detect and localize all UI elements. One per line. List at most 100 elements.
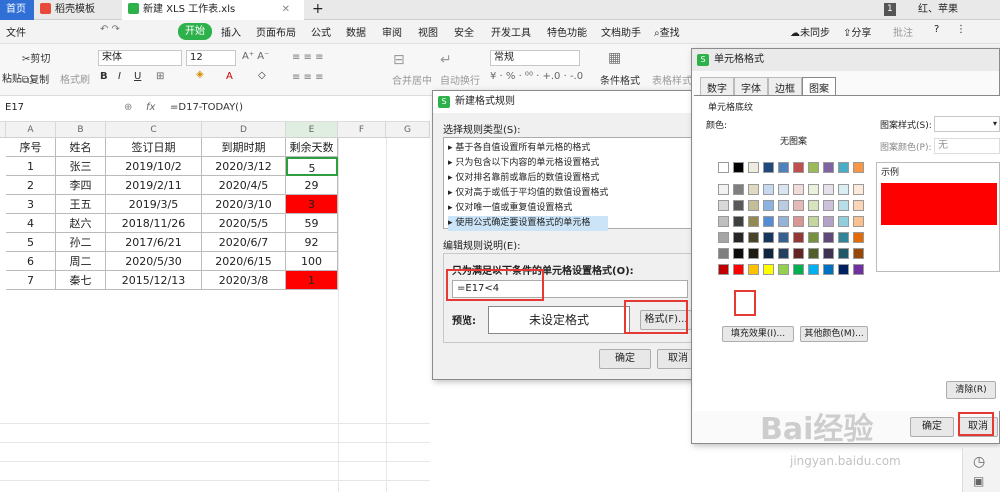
color-swatch[interactable]: [808, 248, 819, 259]
border-icon[interactable]: ⊞: [156, 71, 164, 82]
table-cell[interactable]: 张三: [56, 157, 106, 176]
color-swatch[interactable]: [763, 184, 774, 195]
table-cell[interactable]: 92: [286, 233, 338, 252]
color-swatch[interactable]: [823, 184, 834, 195]
col-header-f[interactable]: F: [338, 122, 386, 138]
color-swatch[interactable]: [763, 216, 774, 227]
color-swatch[interactable]: [718, 216, 729, 227]
col-header-e[interactable]: E: [286, 122, 338, 138]
color-swatch[interactable]: [748, 248, 759, 259]
color-swatch[interactable]: [718, 232, 729, 243]
color-swatch[interactable]: [733, 248, 744, 259]
rule-type-item[interactable]: ▸ 只为包含以下内容的单元格设置格式: [448, 156, 608, 171]
color-swatch[interactable]: [763, 248, 774, 259]
col-header-c[interactable]: C: [106, 122, 202, 138]
header-cell[interactable]: 到期时期: [202, 138, 286, 157]
color-swatch[interactable]: [718, 248, 729, 259]
table-cell[interactable]: 29: [286, 176, 338, 195]
table-cell[interactable]: 2019/3/5: [106, 195, 202, 214]
align-icons-2[interactable]: ≡ ≡ ≡: [292, 72, 324, 83]
header-cell[interactable]: 序号: [6, 138, 56, 157]
color-swatch[interactable]: [733, 264, 744, 275]
color-swatch[interactable]: [853, 232, 864, 243]
table-cell[interactable]: 5: [6, 233, 56, 252]
color-swatch[interactable]: [778, 216, 789, 227]
table-cell[interactable]: 2019/2/11: [106, 176, 202, 195]
table-cell[interactable]: 2020/5/30: [106, 252, 202, 271]
table-cell[interactable]: 2020/3/12: [202, 157, 286, 176]
color-swatch[interactable]: [778, 248, 789, 259]
color-swatch[interactable]: [823, 248, 834, 259]
bold-button[interactable]: B: [100, 71, 108, 82]
table-cell[interactable]: 100: [286, 252, 338, 271]
align-icons[interactable]: ≡ ≡ ≡: [292, 52, 324, 63]
color-swatch[interactable]: [808, 264, 819, 275]
table-cell[interactable]: 7: [6, 271, 56, 290]
header-cell[interactable]: 剩余天数: [286, 138, 338, 157]
color-swatch[interactable]: [853, 216, 864, 227]
table-cell[interactable]: 2020/3/10: [202, 195, 286, 214]
number-format-select[interactable]: 常规: [490, 50, 580, 66]
annotate-button[interactable]: 批注: [893, 24, 913, 39]
color-swatch[interactable]: [718, 264, 729, 275]
selected-cell[interactable]: 5: [286, 157, 338, 176]
menu-page-layout[interactable]: 页面布局: [256, 24, 296, 39]
color-swatch[interactable]: [838, 162, 849, 173]
color-swatch[interactable]: [763, 232, 774, 243]
font-color-icon[interactable]: A: [226, 71, 233, 82]
color-swatch[interactable]: [733, 216, 744, 227]
no-color-option[interactable]: 无图案: [780, 134, 807, 147]
color-swatch[interactable]: [763, 264, 774, 275]
close-icon[interactable]: ✕: [282, 0, 290, 20]
color-swatch[interactable]: [853, 200, 864, 211]
more-colors-button[interactable]: 其他颜色(M)...: [800, 326, 868, 342]
menu-features[interactable]: 特色功能: [547, 24, 587, 39]
ok-button[interactable]: 确定: [599, 349, 651, 369]
color-swatch[interactable]: [733, 184, 744, 195]
clear-button[interactable]: 清除(R): [946, 381, 996, 399]
menu-formula[interactable]: 公式: [311, 24, 331, 39]
color-swatch[interactable]: [808, 184, 819, 195]
color-swatch[interactable]: [823, 162, 834, 173]
menu-developer[interactable]: 开发工具: [491, 24, 531, 39]
menu-review[interactable]: 审阅: [382, 24, 402, 39]
table-cell[interactable]: 6: [6, 252, 56, 271]
format-painter-button[interactable]: 格式刷: [60, 71, 90, 86]
formula-input[interactable]: =D17-TODAY(): [170, 102, 243, 113]
color-swatch[interactable]: [808, 216, 819, 227]
color-swatch[interactable]: [853, 184, 864, 195]
color-swatch[interactable]: [793, 162, 804, 173]
copy-button[interactable]: ⧉复制: [22, 71, 49, 86]
color-swatch[interactable]: [763, 162, 774, 173]
table-cell[interactable]: 1: [6, 157, 56, 176]
table-cell[interactable]: 2: [6, 176, 56, 195]
user-name[interactable]: 红、苹果: [912, 0, 964, 20]
pattern-color-select[interactable]: 无: [934, 138, 1000, 154]
color-swatch[interactable]: [778, 264, 789, 275]
table-cell[interactable]: 秦七: [56, 271, 106, 290]
color-swatch[interactable]: [748, 264, 759, 275]
color-swatch[interactable]: [853, 264, 864, 275]
col-header-a[interactable]: A: [6, 122, 56, 138]
rule-type-item[interactable]: ▸ 仅对排名靠前或靠后的数值设置格式: [448, 171, 608, 186]
highlighted-cell[interactable]: 1: [286, 271, 338, 290]
wrap-button[interactable]: 自动换行: [440, 72, 480, 87]
col-header-d[interactable]: D: [202, 122, 286, 138]
color-swatch[interactable]: [763, 200, 774, 211]
col-header-g[interactable]: G: [386, 122, 430, 138]
help-icon[interactable]: ?: [934, 24, 939, 35]
table-cell[interactable]: 2020/6/15: [202, 252, 286, 271]
paste-button[interactable]: 粘贴: [2, 70, 22, 85]
col-header-b[interactable]: B: [56, 122, 106, 138]
rule-type-item[interactable]: ▸ 仅对唯一值或重复值设置格式: [448, 201, 608, 216]
table-cell[interactable]: 59: [286, 214, 338, 233]
color-swatch[interactable]: [853, 248, 864, 259]
color-swatch[interactable]: [733, 200, 744, 211]
table-style-button[interactable]: 表格样式: [652, 72, 692, 87]
zoom-icon[interactable]: ⊕: [124, 102, 132, 113]
table-cell[interactable]: 2017/6/21: [106, 233, 202, 252]
table-cell[interactable]: 2015/12/13: [106, 271, 202, 290]
table-cell[interactable]: 2020/4/5: [202, 176, 286, 195]
table-cell[interactable]: 2020/3/8: [202, 271, 286, 290]
rule-type-item[interactable]: ▸ 仅对高于或低于平均值的数值设置格式: [448, 186, 608, 201]
